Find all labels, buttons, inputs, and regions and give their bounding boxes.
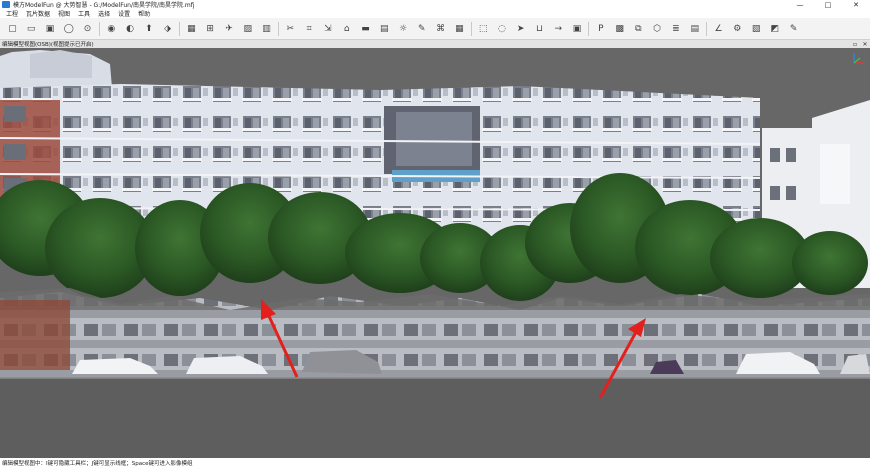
copy-icon[interactable]: ⧉ xyxy=(631,22,645,36)
settings-icon[interactable]: ⚙ xyxy=(730,22,744,36)
toolbar-separator xyxy=(588,21,590,36)
save-icon[interactable]: ▣ xyxy=(43,22,57,36)
lasso-icon[interactable]: ◌ xyxy=(495,22,509,36)
roof-icon[interactable]: ⌂ xyxy=(340,22,354,36)
export-icon[interactable]: ⬗ xyxy=(161,22,175,36)
toolbar-separator xyxy=(277,21,279,36)
road-surface xyxy=(0,378,870,458)
paint-icon[interactable]: ✎ xyxy=(415,22,429,36)
toolbar-separator xyxy=(98,21,100,36)
arrow-icon[interactable]: → xyxy=(551,22,565,36)
viewport-header: 编辑模型视图(OSB)(视图提示已开启) ▫ ✕ xyxy=(0,40,870,48)
window-title: 模方ModelFun @ 大势智慧 - G:/ModelFun/南昊学院/南昊学… xyxy=(13,2,195,9)
close-button[interactable]: ✕ xyxy=(842,0,870,9)
title-bar: 模方ModelFun @ 大势智慧 - G:/ModelFun/南昊学院/南昊学… xyxy=(0,0,870,9)
plane-icon[interactable]: ✈ xyxy=(222,22,236,36)
tile-icon[interactable]: ▦ xyxy=(452,22,466,36)
new-icon[interactable]: ▢ xyxy=(5,22,19,36)
cut-icon[interactable]: ⌘ xyxy=(434,22,448,36)
menu-settings[interactable]: 设置 xyxy=(118,9,130,18)
fit-icon[interactable]: ▣ xyxy=(570,22,584,36)
undo-icon[interactable]: ◯ xyxy=(62,22,76,36)
wall-icon[interactable]: ▤ xyxy=(377,22,391,36)
basket-icon[interactable]: ⊔ xyxy=(532,22,546,36)
viewport-controls: ▫ ✕ xyxy=(850,41,870,48)
toolbar-separator xyxy=(470,21,472,36)
status-bar: 编辑模型视图中：I键可隐藏工具栏；J键可显示线框；Space键可进入影像模组 xyxy=(0,458,870,468)
menu-project[interactable]: 工程 xyxy=(6,9,18,18)
menu-select[interactable]: 选择 xyxy=(98,9,110,18)
scale-icon[interactable]: ⇲ xyxy=(321,22,335,36)
toolbar-separator xyxy=(706,21,708,36)
window-controls: — □ ✕ xyxy=(786,0,870,9)
redo-icon[interactable]: ⊙ xyxy=(81,22,95,36)
toolbar-separator xyxy=(179,21,181,36)
3d-viewport[interactable] xyxy=(0,48,870,458)
edit-icon[interactable]: ✎ xyxy=(787,22,801,36)
maximize-button[interactable]: □ xyxy=(814,0,842,9)
network-icon[interactable]: ⊞ xyxy=(203,22,217,36)
clipboard-icon[interactable]: ▧ xyxy=(749,22,763,36)
menu-help[interactable]: 帮助 xyxy=(138,9,150,18)
select-box-icon[interactable]: ⬚ xyxy=(476,22,490,36)
record-icon[interactable]: ◉ xyxy=(104,22,118,36)
3d-model-scene[interactable] xyxy=(0,48,870,458)
cube-icon[interactable]: ⬡ xyxy=(650,22,664,36)
toolbar: ▢ ▭ ▣ ◯ ⊙ ◉ ◐ ⬆ ⬗ ▦ ⊞ ✈ ▨ ▥ ✂ ⌗ ⇲ ⌂ ▬ ▤ ☼ ✎ ⌘ ▦ ⬚ ◌ ➤ ⊔ → ▣ P ▩ ⧉ ⬡ ≣ ▤ ∠ ⚙ ▧ ◩… xyxy=(0,18,870,40)
paste-icon[interactable]: ▤ xyxy=(688,22,702,36)
grid-icon[interactable]: ▦ xyxy=(184,22,198,36)
trim-icon[interactable]: ✂ xyxy=(283,22,297,36)
minimize-button[interactable]: — xyxy=(786,0,814,9)
viewport-restore-button[interactable]: ▫ xyxy=(850,41,860,48)
menu-bar: 工程 瓦片数据 视图 工具 选择 设置 帮助 xyxy=(0,9,870,18)
viewport-close-button[interactable]: ✕ xyxy=(860,41,870,48)
ps-icon[interactable]: P xyxy=(594,22,608,36)
diagonal-icon[interactable]: ◩ xyxy=(768,22,782,36)
app-window: 模方ModelFun @ 大势智慧 - G:/ModelFun/南昊学院/南昊学… xyxy=(0,0,870,468)
menu-tile-data[interactable]: 瓦片数据 xyxy=(26,9,50,18)
menu-tools[interactable]: 工具 xyxy=(78,9,90,18)
light-icon[interactable]: ☼ xyxy=(396,22,410,36)
open-icon[interactable]: ▭ xyxy=(24,22,38,36)
flatten-icon[interactable]: ▬ xyxy=(358,22,372,36)
cursor-icon[interactable]: ➤ xyxy=(514,22,528,36)
show-icon[interactable]: ◐ xyxy=(123,22,137,36)
axis-gizmo-icon[interactable] xyxy=(848,51,866,69)
book-icon[interactable]: ▥ xyxy=(260,22,274,36)
texture-icon[interactable]: ▩ xyxy=(613,22,627,36)
app-logo-icon xyxy=(2,1,10,8)
status-text: 编辑模型视图中：I键可隐藏工具栏；J键可显示线框；Space键可进入影像模组 xyxy=(2,461,193,467)
upload-icon[interactable]: ⬆ xyxy=(142,22,156,36)
axis-icon[interactable]: ∠ xyxy=(712,22,726,36)
image-icon[interactable]: ▨ xyxy=(241,22,255,36)
menu-view[interactable]: 视图 xyxy=(58,9,70,18)
layers-icon[interactable]: ≣ xyxy=(669,22,683,36)
viewport-title: 编辑模型视图(OSB)(视图提示已开启) xyxy=(2,42,94,48)
crop-icon[interactable]: ⌗ xyxy=(302,22,316,36)
